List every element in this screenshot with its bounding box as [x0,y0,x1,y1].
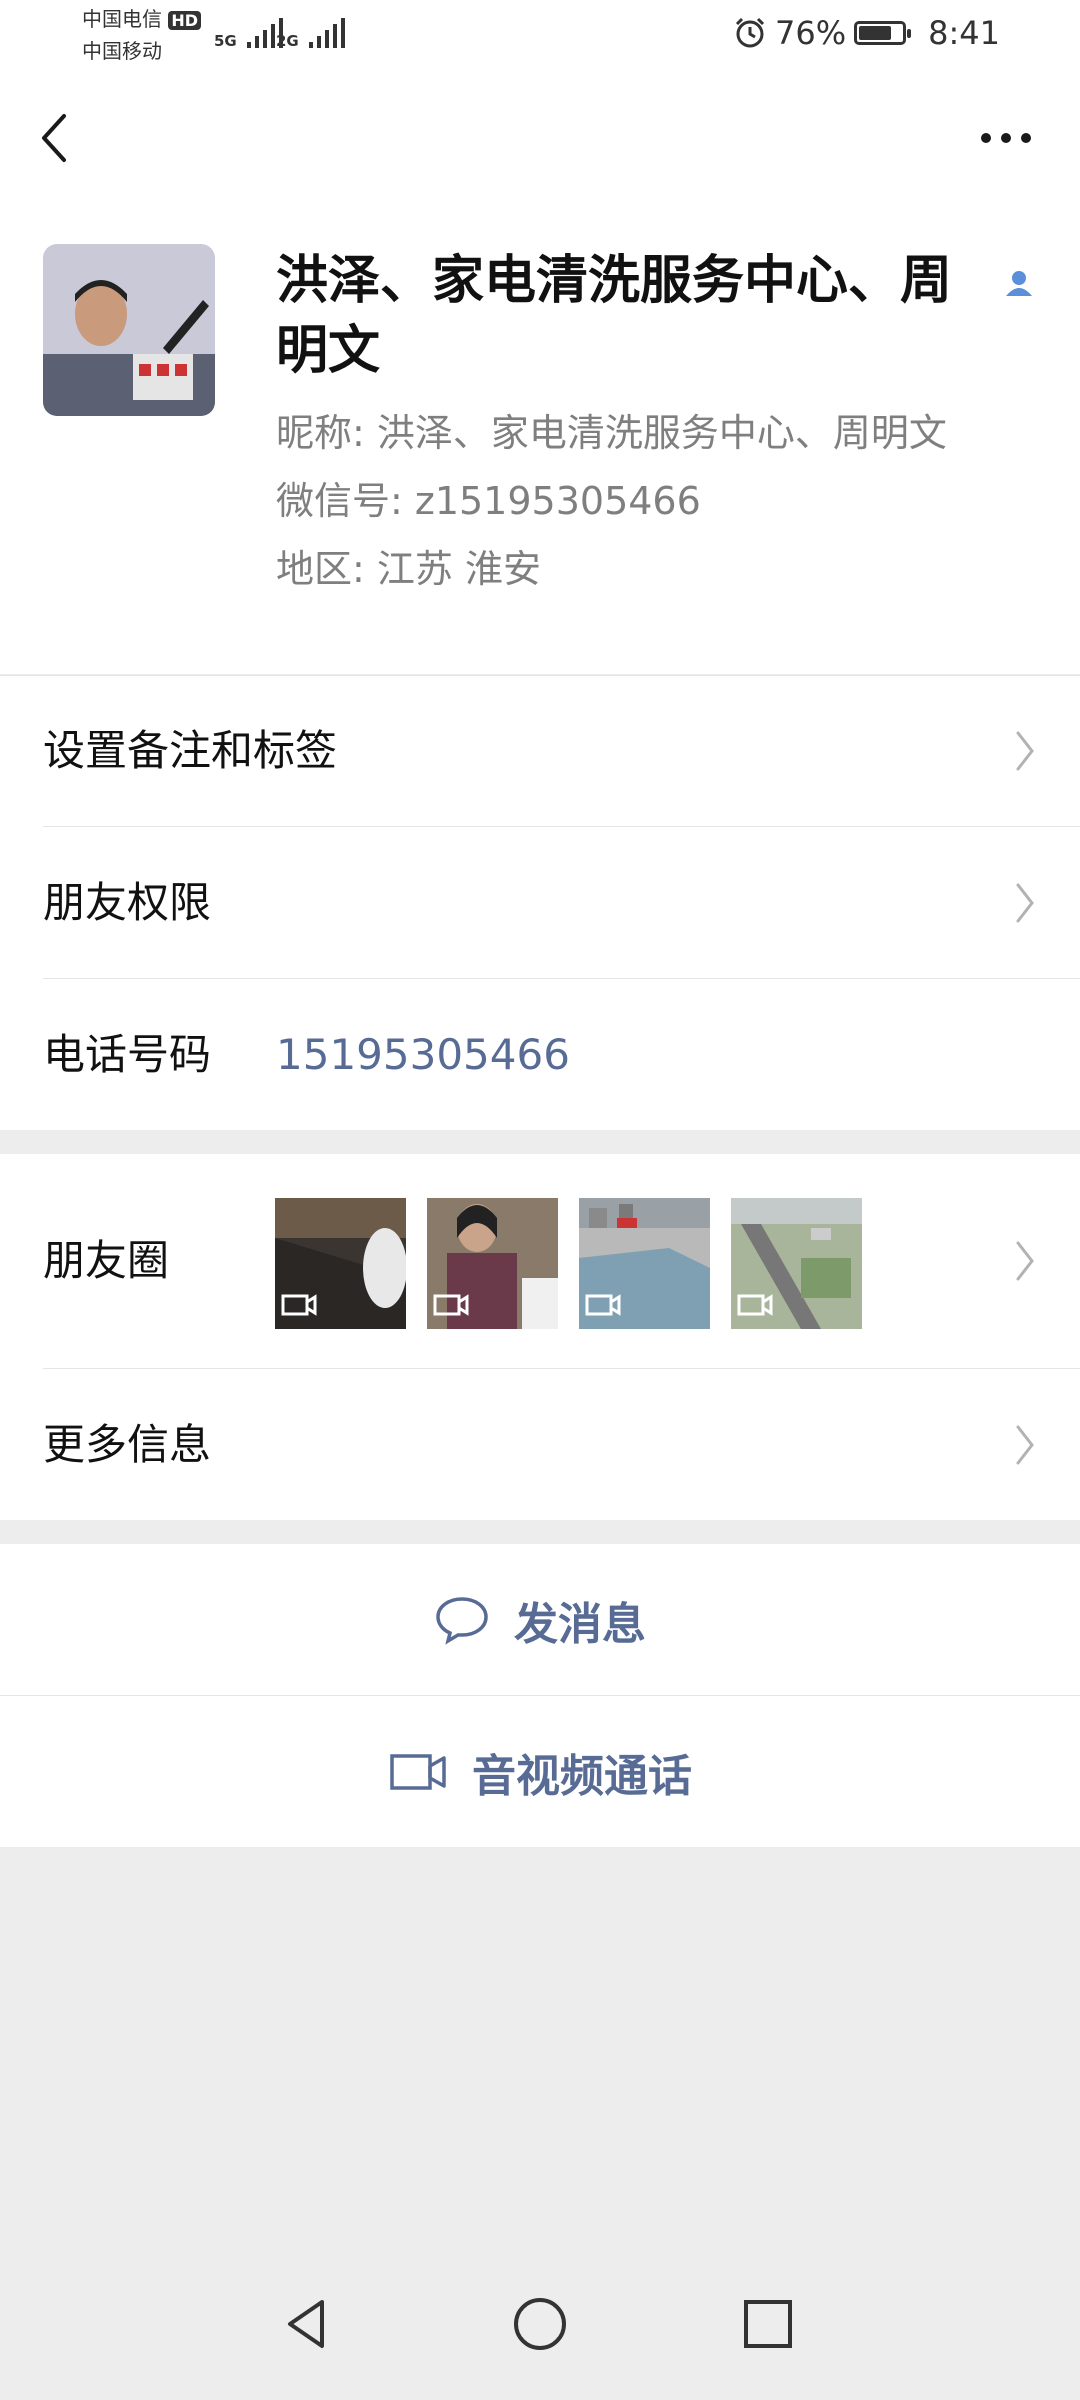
moments-thumbnail [731,1198,862,1329]
carrier1-label: 中国电信 [82,7,162,31]
row-remark-label: 设置备注和标签 [43,726,338,775]
hd-badge: HD [168,11,202,30]
nav-home-icon[interactable] [510,2294,570,2354]
more-icon [981,133,1031,143]
carrier-secondary: 中国移动 [82,39,162,63]
profile-name: 洪泽、家电清洗服务中心、周明文 [276,246,996,386]
row-friend-permission[interactable]: 朋友权限 [0,827,1080,978]
row-more-info[interactable]: 更多信息 [0,1369,1080,1520]
signal-5g-label: 5G [214,32,237,50]
chevron-right-icon [1016,731,1034,771]
row-remark-tags[interactable]: 设置备注和标签 [0,675,1080,826]
avatar-image [43,244,215,416]
status-bar: 中国电信 HD 中国移动 5G 2G 76% 8:41 [0,0,1080,70]
region: 地区: 江苏 淮安 [276,547,541,591]
contact-person-icon [1004,268,1034,302]
video-call-icon [390,1753,446,1790]
alarm-icon [735,17,765,48]
nickname: 昵称: 洪泽、家电清洗服务中心、周明文 [276,411,947,455]
status-right: 76% 8:41 [733,14,1000,52]
chevron-right-icon [1016,1425,1034,1465]
battery-percent: 76% [775,14,847,52]
send-message-label: 发消息 [514,1598,646,1650]
back-button[interactable] [34,108,94,168]
chevron-right-icon [1016,883,1034,923]
row-more-label: 更多信息 [43,1420,212,1469]
phone-number-link[interactable]: 15195305466 [276,979,570,1130]
chat-bubble-icon [436,1596,488,1645]
av-call-label: 音视频通话 [472,1750,692,1802]
signal-2g: 2G [276,16,353,50]
wechat-id: 微信号: z15195305466 [276,479,701,523]
signal-2g-label: 2G [276,32,299,50]
row-moments-label: 朋友圈 [43,1236,170,1285]
more-button[interactable] [976,118,1036,158]
chevron-right-icon [1016,1241,1034,1281]
avatar[interactable] [43,244,215,416]
av-call-button[interactable]: 音视频通话 [0,1696,1080,1847]
battery-icon [854,21,912,45]
row-permission-label: 朋友权限 [43,878,212,927]
info-section: 设置备注和标签 朋友权限 电话号码 15195305466 [0,675,1080,1130]
moments-section: 朋友圈 更多信息 [0,1154,1080,1520]
back-arrow-icon [42,114,66,162]
clock: 8:41 [928,14,1000,52]
row-moments[interactable]: 朋友圈 [0,1154,1080,1368]
nav-recents-icon[interactable] [738,2294,798,2354]
moments-thumbnail [579,1198,710,1329]
row-phone-label: 电话号码 [43,1030,212,1079]
nav-back-icon[interactable] [278,2294,338,2354]
signal-bars-icon [308,18,345,48]
send-message-button[interactable]: 发消息 [0,1544,1080,1695]
row-phone: 电话号码 15195305466 [0,979,1080,1130]
system-navigation-bar [0,2264,1080,2400]
profile-name-text: 洪泽、家电清洗服务中心、周明文 [276,251,953,381]
carrier-primary: 中国电信 HD [82,6,202,34]
moments-thumbnail [275,1198,406,1329]
moments-thumbnail [427,1198,558,1329]
